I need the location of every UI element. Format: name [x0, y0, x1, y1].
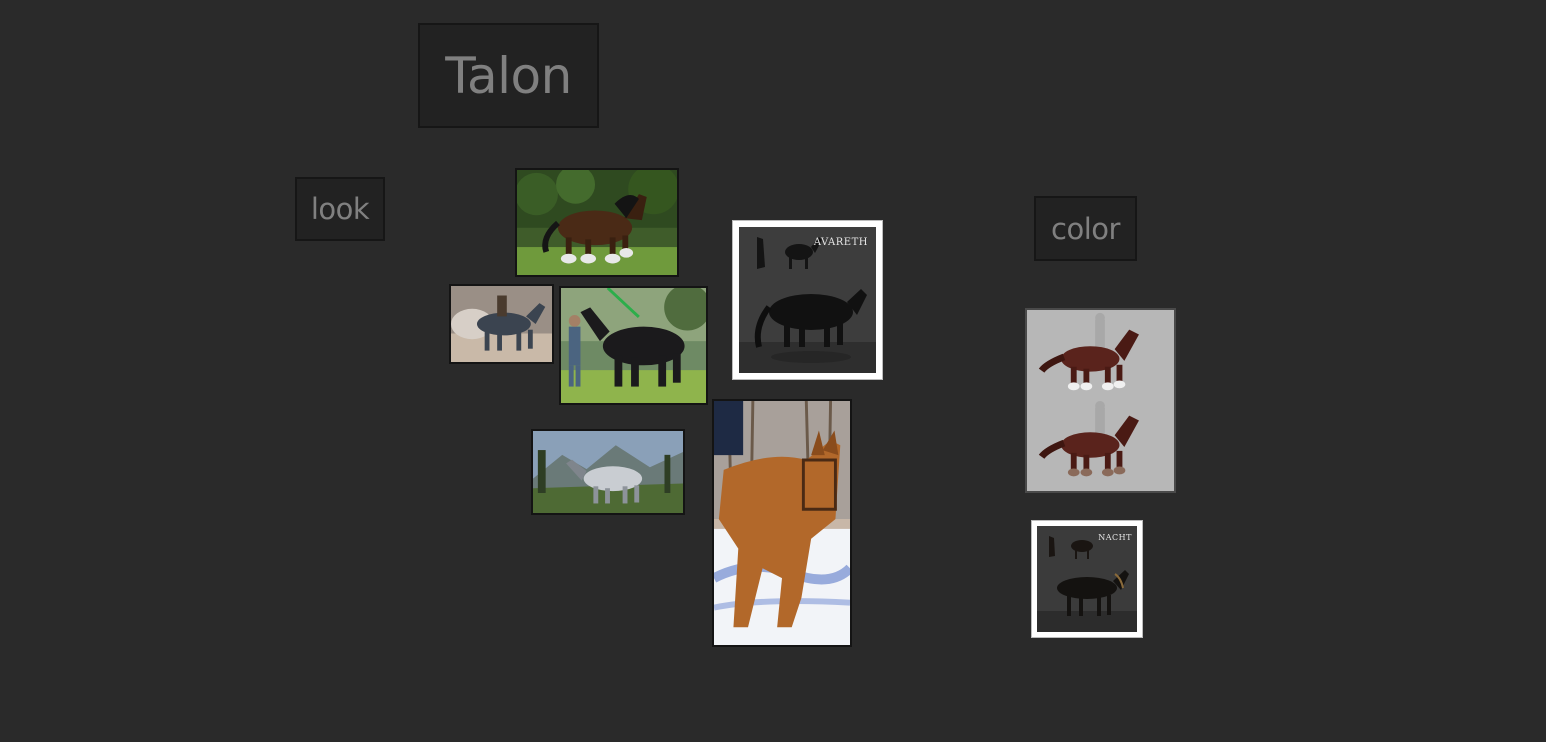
avareth-horse-illustration: [739, 227, 876, 373]
chestnut-concept-art: [1027, 310, 1174, 491]
image-chestnut-mule-snow[interactable]: [712, 399, 852, 647]
image-grey-horse-rider[interactable]: [449, 284, 554, 364]
board-title-text: Talon: [445, 46, 572, 105]
mountain-horse-photo: [533, 431, 683, 513]
board-title[interactable]: Talon: [418, 23, 599, 128]
look-label[interactable]: look: [295, 177, 385, 241]
mule-photo: [714, 401, 850, 645]
color-label-text: color: [1051, 211, 1120, 246]
look-label-text: look: [310, 192, 370, 226]
image-black-draft-horse[interactable]: [559, 286, 708, 405]
image-chestnut-horse-concept[interactable]: [1025, 308, 1176, 493]
moodboard-canvas: Talon look color AVARETH NACHT: [0, 0, 1546, 742]
image-nacht-reference-sheet[interactable]: NACHT: [1031, 520, 1143, 638]
grey-rider-photo: [451, 286, 552, 362]
image-avareth-reference-sheet[interactable]: AVARETH: [732, 220, 883, 380]
image-grey-horse-mountains[interactable]: [531, 429, 685, 515]
nacht-sheet-title: NACHT: [1098, 533, 1132, 542]
avareth-sheet-title: AVARETH: [813, 237, 868, 248]
nacht-sheet-art: NACHT: [1037, 526, 1137, 632]
avareth-sheet-art: AVARETH: [739, 227, 876, 373]
bay-horse-photo: [517, 170, 677, 275]
image-bay-feathered-horse[interactable]: [515, 168, 679, 277]
black-draft-photo: [561, 288, 706, 403]
color-label[interactable]: color: [1034, 196, 1137, 261]
